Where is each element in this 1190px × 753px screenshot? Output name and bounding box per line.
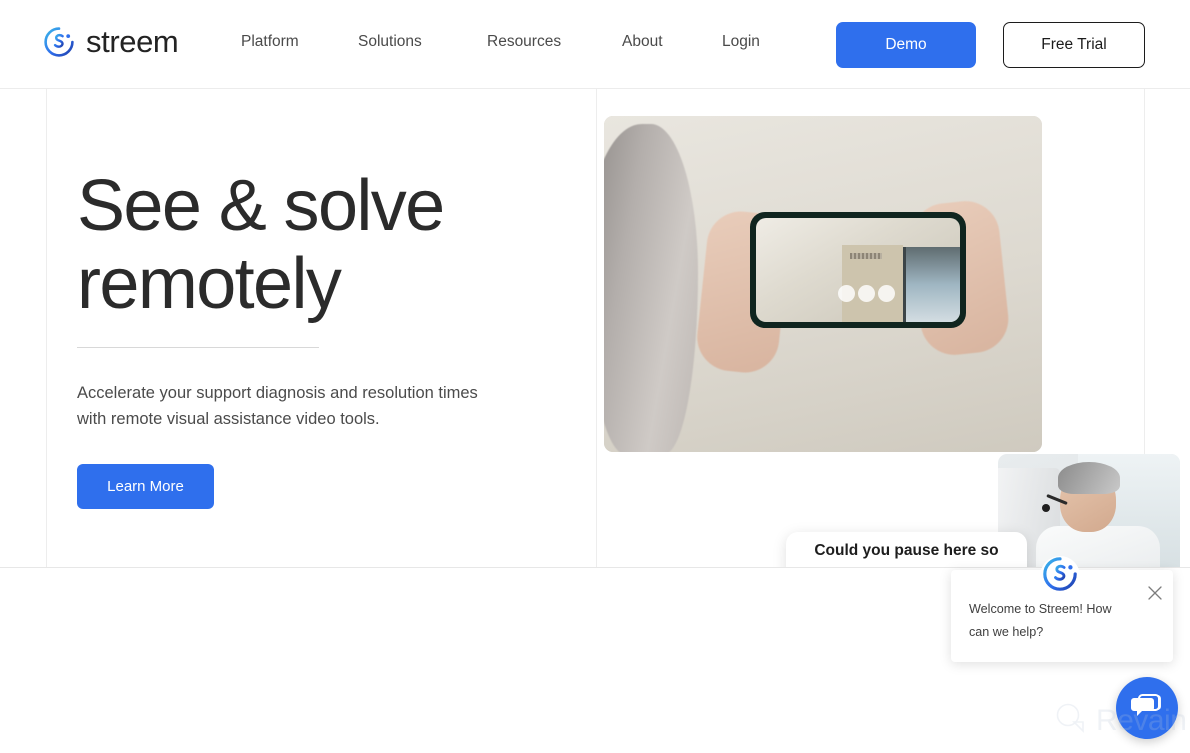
learn-more-button[interactable]: Learn More bbox=[77, 464, 214, 509]
chat-launcher-button[interactable] bbox=[1116, 677, 1178, 739]
grid-divider-center bbox=[596, 89, 597, 567]
site-header: streem Platform Solutions Resources Abou… bbox=[0, 0, 1190, 89]
inset-agent-hair bbox=[1058, 462, 1120, 494]
streem-logo[interactable]: streem bbox=[44, 24, 179, 59]
nav-item-resources[interactable]: Resources bbox=[487, 33, 561, 51]
headset-mic-tip bbox=[1042, 504, 1050, 512]
phone-view-window bbox=[902, 247, 960, 322]
nav-item-solutions[interactable]: Solutions bbox=[358, 33, 422, 51]
ar-dot-3 bbox=[878, 284, 896, 302]
nav-item-platform[interactable]: Platform bbox=[241, 33, 299, 51]
logo-wordmark: streem bbox=[86, 24, 179, 59]
speech-line-1: Could you pause here so bbox=[814, 542, 999, 560]
hero-divider-rule bbox=[77, 347, 319, 348]
demo-button[interactable]: Demo bbox=[836, 22, 976, 68]
close-icon[interactable] bbox=[1146, 584, 1164, 602]
hero-section: See & solve remotely Accelerate your sup… bbox=[0, 89, 1190, 638]
phone-view-vent bbox=[849, 253, 883, 259]
chat-bubbles-icon bbox=[1130, 692, 1164, 725]
chat-greeting-message: Welcome to Streem! How can we help? bbox=[969, 602, 1112, 639]
photo-person-hair bbox=[604, 124, 698, 452]
hero-title: See & solve remotely bbox=[77, 166, 445, 324]
nav-item-about[interactable]: About bbox=[622, 33, 663, 51]
hero-subtitle: Accelerate your support diagnosis and re… bbox=[77, 384, 478, 428]
ar-dot-2 bbox=[858, 284, 875, 302]
nav-item-login[interactable]: Login bbox=[722, 33, 760, 51]
hero-photo bbox=[604, 116, 1042, 452]
free-trial-button[interactable]: Free Trial bbox=[1003, 22, 1145, 68]
grid-divider-left bbox=[46, 89, 47, 567]
chat-avatar bbox=[1040, 556, 1080, 596]
streem-swirl-logo-icon bbox=[1043, 556, 1077, 596]
streem-swirl-logo-icon bbox=[44, 26, 74, 57]
page-root: streem Platform Solutions Resources Abou… bbox=[0, 0, 1190, 753]
photo-smartphone bbox=[750, 212, 966, 328]
phone-camera-view bbox=[756, 218, 960, 322]
ar-dot-1 bbox=[837, 284, 855, 302]
